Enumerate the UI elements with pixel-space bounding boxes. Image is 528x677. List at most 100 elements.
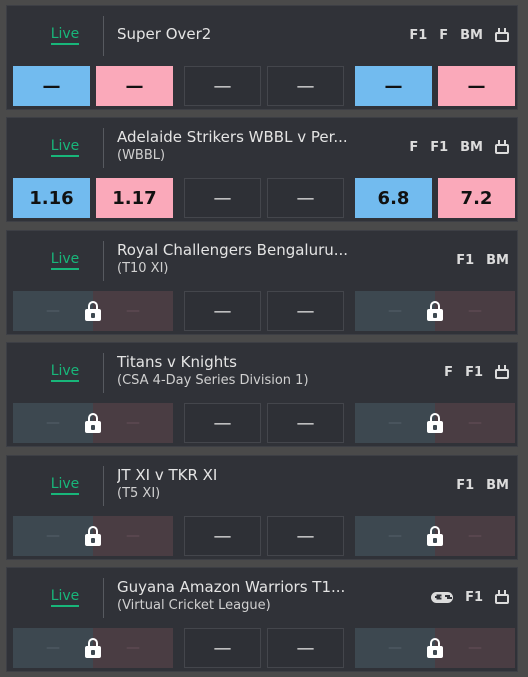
- event-card[interactable]: Live Royal Challengers Bengaluru... (T10 X…: [6, 230, 518, 335]
- odds-value: —: [42, 75, 61, 97]
- event-card[interactable]: Live Guyana Amazon Warriors T1... (Virtual…: [6, 567, 518, 672]
- event-header[interactable]: Live Titans v Knights (CSA 4-Day Series Di…: [7, 343, 519, 401]
- live-label: Live: [50, 476, 80, 495]
- event-card[interactable]: Live Super Over2 F1 F BM — — — — — —: [6, 5, 518, 110]
- event-competition: (WBBL): [117, 148, 166, 163]
- lay-odds-suspended: —: [93, 403, 173, 443]
- odds-value: —: [46, 640, 60, 656]
- odds-value: —: [125, 75, 144, 97]
- market-badges: F1 BM: [456, 456, 509, 514]
- odds-value: —: [296, 637, 315, 659]
- live-indicator[interactable]: Live: [37, 343, 93, 401]
- live-indicator[interactable]: Live: [37, 118, 93, 176]
- odds-value: —: [213, 412, 232, 434]
- event-header[interactable]: Live Royal Challengers Bengaluru... (T10 X…: [7, 231, 519, 289]
- market-2-suspended: — —: [355, 403, 515, 443]
- event-title[interactable]: Adelaide Strikers WBBL v Per...: [117, 127, 372, 147]
- lay-odds-x[interactable]: —: [267, 628, 344, 668]
- event-header[interactable]: Live Adelaide Strikers WBBL v Per... (WBBL…: [7, 118, 519, 176]
- live-label: Live: [50, 588, 80, 607]
- market-badge-f1: F1: [409, 27, 428, 43]
- tv-icon: [495, 366, 509, 379]
- back-odds-suspended: —: [355, 516, 435, 556]
- lay-odds-2[interactable]: —: [438, 66, 515, 106]
- lay-odds-suspended: —: [435, 628, 515, 668]
- event-competition: (CSA 4-Day Series Division 1): [117, 373, 309, 388]
- event-header[interactable]: Live Guyana Amazon Warriors T1... (Virtual…: [7, 568, 519, 626]
- back-odds-x[interactable]: —: [184, 291, 261, 331]
- odds-value: —: [468, 640, 482, 656]
- event-title[interactable]: Super Over2: [117, 24, 372, 44]
- back-odds-x[interactable]: —: [184, 66, 261, 106]
- market-badge-f: F: [409, 139, 419, 155]
- market-badges: F1 BM: [456, 231, 509, 289]
- lay-odds-1[interactable]: 1.17: [96, 178, 173, 218]
- odds-value: —: [213, 75, 232, 97]
- event-card[interactable]: Live JT XI v TKR XI (T5 XI) F1 BM — — — — — —: [6, 455, 518, 560]
- odds-value: —: [296, 412, 315, 434]
- lay-odds-x[interactable]: —: [267, 403, 344, 443]
- lay-odds-x[interactable]: —: [267, 66, 344, 106]
- tv-icon: [495, 591, 509, 604]
- odds-value: —: [296, 187, 315, 209]
- lock-icon: [425, 301, 445, 321]
- lay-odds-suspended: —: [435, 291, 515, 331]
- event-title[interactable]: JT XI v TKR XI: [117, 465, 372, 485]
- live-indicator[interactable]: Live: [37, 6, 93, 64]
- back-odds-x[interactable]: —: [184, 178, 261, 218]
- back-odds-suspended: —: [13, 516, 93, 556]
- odds-row: — — — — — —: [7, 516, 519, 560]
- lay-odds-suspended: —: [93, 628, 173, 668]
- lay-odds-x[interactable]: —: [267, 178, 344, 218]
- odds-value: 6.8: [377, 187, 410, 209]
- odds-value: —: [213, 187, 232, 209]
- back-odds-2[interactable]: —: [355, 66, 432, 106]
- lock-keyhole: [433, 313, 437, 318]
- event-list: Live Super Over2 F1 F BM — — — — — — Live Adelaide S…: [0, 0, 528, 677]
- back-odds-suspended: —: [13, 628, 93, 668]
- odds-value: —: [467, 75, 486, 97]
- odds-value: 7.2: [460, 187, 493, 209]
- live-label: Live: [50, 363, 80, 382]
- live-label: Live: [50, 251, 80, 270]
- back-odds-1[interactable]: —: [13, 66, 90, 106]
- back-odds-2[interactable]: 6.8: [355, 178, 432, 218]
- market-badge-bm: BM: [460, 27, 483, 43]
- market-badge-f1: F1: [456, 477, 475, 493]
- lay-odds-x[interactable]: —: [267, 291, 344, 331]
- lay-odds-1[interactable]: —: [96, 66, 173, 106]
- lock-icon: [425, 638, 445, 658]
- back-odds-suspended: —: [13, 403, 93, 443]
- event-card[interactable]: Live Adelaide Strikers WBBL v Per... (WBBL…: [6, 117, 518, 222]
- odds-value: —: [388, 303, 402, 319]
- odds-value: —: [296, 525, 315, 547]
- lock-icon: [83, 638, 103, 658]
- live-label: Live: [50, 26, 80, 45]
- event-header[interactable]: Live Super Over2 F1 F BM: [7, 6, 519, 64]
- tv-icon: [495, 29, 509, 42]
- back-odds-x[interactable]: —: [184, 628, 261, 668]
- odds-value: —: [46, 415, 60, 431]
- odds-value: —: [296, 300, 315, 322]
- back-odds-1[interactable]: 1.16: [13, 178, 90, 218]
- lay-odds-2[interactable]: 7.2: [438, 178, 515, 218]
- event-title[interactable]: Guyana Amazon Warriors T1...: [117, 577, 372, 597]
- live-indicator[interactable]: Live: [37, 231, 93, 289]
- live-indicator[interactable]: Live: [37, 456, 93, 514]
- odds-value: 1.16: [29, 187, 74, 209]
- event-title[interactable]: Royal Challengers Bengaluru...: [117, 240, 372, 260]
- back-odds-x[interactable]: —: [184, 516, 261, 556]
- market-badge-bm: BM: [460, 139, 483, 155]
- lay-odds-x[interactable]: —: [267, 516, 344, 556]
- divider: [103, 578, 104, 618]
- event-card[interactable]: Live Titans v Knights (CSA 4-Day Series Di…: [6, 342, 518, 447]
- live-indicator[interactable]: Live: [37, 568, 93, 626]
- event-header[interactable]: Live JT XI v TKR XI (T5 XI) F1 BM: [7, 456, 519, 514]
- market-badges: F1 F BM: [409, 6, 509, 64]
- odds-value: —: [384, 75, 403, 97]
- back-odds-suspended: —: [355, 628, 435, 668]
- back-odds-x[interactable]: —: [184, 403, 261, 443]
- event-title[interactable]: Titans v Knights: [117, 352, 372, 372]
- market-1-suspended: — —: [13, 516, 173, 556]
- market-badge-f1: F1: [430, 139, 449, 155]
